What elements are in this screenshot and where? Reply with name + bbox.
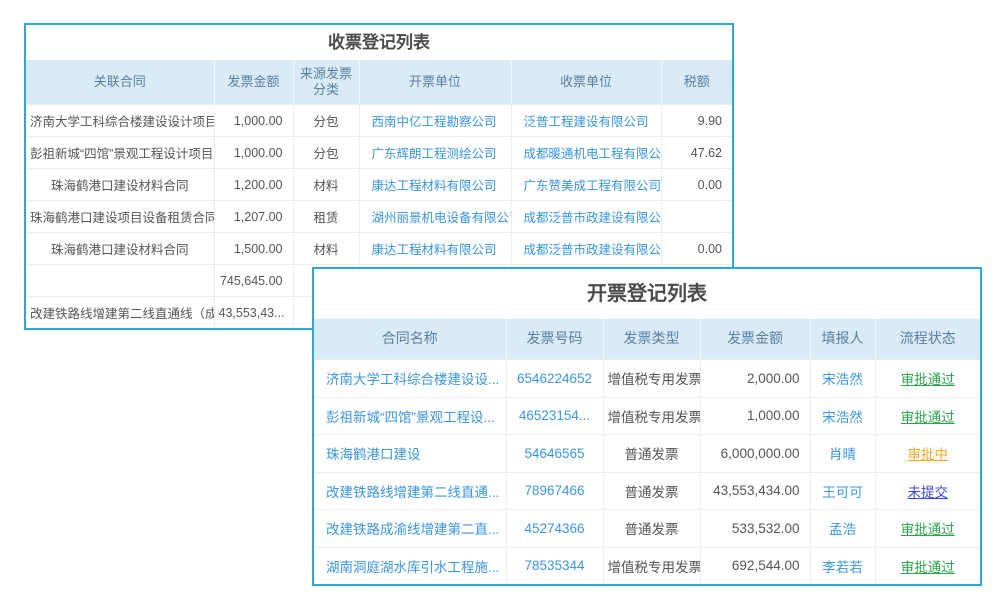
cell-status[interactable]: 审批通过 [875, 360, 980, 398]
cell-receiver[interactable]: 泛普工程建设有限公司 [511, 105, 661, 137]
cell-type: 增值税专用发票 [603, 360, 700, 398]
cell-status[interactable]: 审批通过 [875, 397, 980, 435]
table-row: 改建铁路成渝线增建第二直...45274366普通发票533,532.00孟浩审… [314, 510, 980, 548]
cell-category: 材料 [293, 169, 359, 201]
cell-receiver[interactable]: 广东赞美成工程有限公司 [511, 169, 661, 201]
cell-contract: 彭祖新城“四馆”景观工程设计项目... [26, 137, 214, 169]
cell-status[interactable]: 审批中 [875, 435, 980, 473]
cell-type: 普通发票 [603, 435, 700, 473]
cell-category: 租赁 [293, 201, 359, 233]
column-header-category: 来源发票 分类 [293, 60, 359, 105]
receipt-table-title: 收票登记列表 [26, 25, 732, 60]
column-header-issuer: 开票单位 [359, 60, 511, 105]
table-row: 改建铁路线增建第二线直通...78967466普通发票43,553,434.00… [314, 472, 980, 510]
table-row: 彭祖新城“四馆”景观工程设...46523154...增值税专用发票1,000.… [314, 397, 980, 435]
cell-status[interactable]: 审批通过 [875, 547, 980, 584]
table-row: 珠海鹤港口建设54646565普通发票6,000,000.00肖晴审批中 [314, 435, 980, 473]
cell-contract: 珠海鹤港口建设项目设备租赁合同 [26, 201, 214, 233]
cell-amount: 6,000,000.00 [700, 435, 810, 473]
column-header-tax: 税额 [661, 60, 732, 105]
invoice-table-title: 开票登记列表 [314, 269, 980, 319]
column-header-number: 发票号码 [506, 319, 603, 360]
cell-category: 材料 [293, 233, 359, 265]
cell-receiver[interactable]: 成都泛普市政建设有限公司 [511, 201, 661, 233]
column-header-type: 发票类型 [603, 319, 700, 360]
cell-tax: 9.90 [661, 105, 732, 137]
cell-amount: 1,000.00 [214, 105, 293, 137]
cell-type: 增值税专用发票 [603, 547, 700, 584]
invoice-register-panel: 开票登记列表 合同名称发票号码发票类型发票金额填报人流程状态 济南大学工科综合楼… [312, 267, 982, 586]
cell-receiver[interactable]: 成都暖通机电工程有限公司 [511, 137, 661, 169]
receipt-header-row: 关联合同发票金额来源发票 分类开票单位收票单位税额 [26, 60, 732, 105]
cell-status[interactable]: 未提交 [875, 472, 980, 510]
cell-issuer[interactable]: 广东辉朗工程测绘公司 [359, 137, 511, 169]
cell-status[interactable]: 审批通过 [875, 510, 980, 548]
cell-number[interactable]: 54646565 [506, 435, 603, 473]
cell-number[interactable]: 46523154... [506, 397, 603, 435]
column-header-amount: 发票金额 [214, 60, 293, 105]
table-row: 珠海鹤港口建设材料合同1,500.00材料康达工程材料有限公司成都泛普市政建设有… [26, 233, 732, 265]
cell-amount: 1,000.00 [214, 137, 293, 169]
table-row: 珠海鹤港口建设项目设备租赁合同1,207.00租赁湖州丽景机电设备有限公司成都泛… [26, 201, 732, 233]
cell-amount: 745,645.00 [214, 265, 293, 297]
cell-contract[interactable]: 改建铁路线增建第二线直通... [314, 472, 506, 510]
column-header-receiver: 收票单位 [511, 60, 661, 105]
cell-issuer[interactable]: 西南中亿工程勘察公司 [359, 105, 511, 137]
cell-reporter[interactable]: 肖晴 [810, 435, 875, 473]
cell-contract: 珠海鹤港口建设材料合同 [26, 233, 214, 265]
cell-amount: 43,553,434.00 [700, 472, 810, 510]
invoice-header-row: 合同名称发票号码发票类型发票金额填报人流程状态 [314, 319, 980, 360]
cell-contract [26, 265, 214, 297]
cell-amount: 1,200.00 [214, 169, 293, 201]
column-header-amount: 发票金额 [700, 319, 810, 360]
cell-number[interactable]: 78967466 [506, 472, 603, 510]
cell-issuer[interactable]: 康达工程材料有限公司 [359, 233, 511, 265]
cell-contract[interactable]: 改建铁路成渝线增建第二直... [314, 510, 506, 548]
cell-tax [661, 201, 732, 233]
cell-amount: 43,553,43... [214, 297, 293, 329]
cell-reporter[interactable]: 宋浩然 [810, 397, 875, 435]
cell-reporter[interactable]: 宋浩然 [810, 360, 875, 398]
cell-type: 增值税专用发票 [603, 397, 700, 435]
cell-contract[interactable]: 湖南洞庭湖水库引水工程施... [314, 547, 506, 584]
cell-amount: 692,544.00 [700, 547, 810, 584]
cell-amount: 2,000.00 [700, 360, 810, 398]
cell-reporter[interactable]: 李若若 [810, 547, 875, 584]
column-header-reporter: 填报人 [810, 319, 875, 360]
cell-contract[interactable]: 济南大学工科综合楼建设设... [314, 360, 506, 398]
cell-reporter[interactable]: 孟浩 [810, 510, 875, 548]
cell-type: 普通发票 [603, 510, 700, 548]
cell-number[interactable]: 45274366 [506, 510, 603, 548]
table-row: 济南大学工科综合楼建设设...6546224652增值税专用发票2,000.00… [314, 360, 980, 398]
cell-number[interactable]: 78535344 [506, 547, 603, 584]
column-header-contract: 关联合同 [26, 60, 214, 105]
cell-amount: 1,500.00 [214, 233, 293, 265]
column-header-status: 流程状态 [875, 319, 980, 360]
cell-reporter[interactable]: 王可可 [810, 472, 875, 510]
column-header-contract: 合同名称 [314, 319, 506, 360]
cell-amount: 1,207.00 [214, 201, 293, 233]
cell-contract[interactable]: 珠海鹤港口建设 [314, 435, 506, 473]
table-row: 彭祖新城“四馆”景观工程设计项目...1,000.00分包广东辉朗工程测绘公司成… [26, 137, 732, 169]
invoice-table: 合同名称发票号码发票类型发票金额填报人流程状态 济南大学工科综合楼建设设...6… [314, 319, 980, 584]
table-row: 济南大学工科综合楼建设设计项目...1,000.00分包西南中亿工程勘察公司泛普… [26, 105, 732, 137]
table-row: 湖南洞庭湖水库引水工程施...78535344增值税专用发票692,544.00… [314, 547, 980, 584]
cell-category: 分包 [293, 105, 359, 137]
cell-contract[interactable]: 彭祖新城“四馆”景观工程设... [314, 397, 506, 435]
cell-contract: 济南大学工科综合楼建设设计项目... [26, 105, 214, 137]
cell-tax: 47.62 [661, 137, 732, 169]
cell-contract: 珠海鹤港口建设材料合同 [26, 169, 214, 201]
cell-tax: 0.00 [661, 233, 732, 265]
cell-amount: 533,532.00 [700, 510, 810, 548]
cell-type: 普通发票 [603, 472, 700, 510]
cell-tax: 0.00 [661, 169, 732, 201]
cell-number[interactable]: 6546224652 [506, 360, 603, 398]
cell-issuer[interactable]: 湖州丽景机电设备有限公司 [359, 201, 511, 233]
cell-receiver[interactable]: 成都泛普市政建设有限公司 [511, 233, 661, 265]
cell-contract: 改建铁路线增建第二线直通线（成... [26, 297, 214, 329]
cell-issuer[interactable]: 康达工程材料有限公司 [359, 169, 511, 201]
cell-category: 分包 [293, 137, 359, 169]
table-row: 珠海鹤港口建设材料合同1,200.00材料康达工程材料有限公司广东赞美成工程有限… [26, 169, 732, 201]
cell-amount: 1,000.00 [700, 397, 810, 435]
